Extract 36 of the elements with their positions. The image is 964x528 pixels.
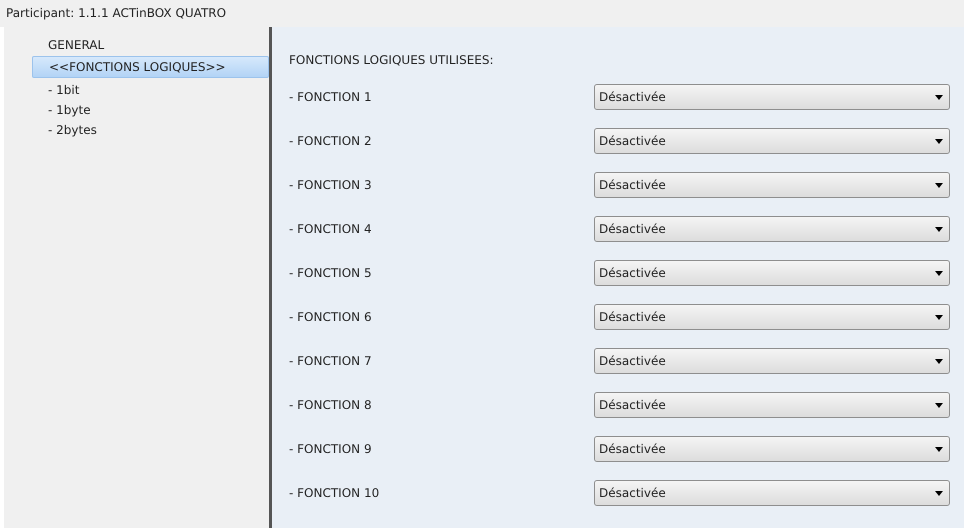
dropdown[interactable]: Désactivée [594, 392, 950, 418]
sidebar-item[interactable]: - 1byte [32, 100, 269, 120]
parameter-label: - FONCTION 5 [289, 266, 372, 280]
caret-icon [935, 490, 943, 496]
caret-icon [935, 138, 943, 144]
parameter-label: - FONCTION 1 [289, 90, 372, 104]
sidebar-item[interactable]: GENERAL [32, 35, 269, 55]
parameter-label: - FONCTION 9 [289, 442, 372, 456]
dropdown[interactable]: Désactivée [594, 128, 950, 154]
sidebar-item[interactable]: - 2bytes [32, 120, 269, 140]
dropdown[interactable]: Désactivée [594, 216, 950, 242]
dropdown[interactable]: Désactivée [594, 436, 950, 462]
dropdown[interactable]: Désactivée [594, 348, 950, 374]
sidebar-item[interactable]: - 1bit [32, 80, 269, 100]
parameter-label: - FONCTION 3 [289, 178, 372, 192]
caret-icon [935, 314, 943, 320]
caret-icon [935, 402, 943, 408]
dropdown[interactable]: Désactivée [594, 84, 950, 110]
section-heading: FONCTIONS LOGIQUES UTILISEES: [289, 52, 495, 69]
dropdown[interactable]: Désactivée [594, 172, 950, 198]
caret-icon [935, 94, 943, 100]
caret-icon [935, 226, 943, 232]
dropdown[interactable]: Désactivée [594, 304, 950, 330]
dropdown[interactable]: Désactivée [594, 260, 950, 286]
parameter-label: - FONCTION 2 [289, 134, 372, 148]
parameter-label: - FONCTION 7 [289, 354, 372, 368]
parameter-label: - FONCTION 10 [289, 486, 380, 500]
parameter-label: - FONCTION 8 [289, 398, 372, 412]
caret-icon [935, 358, 943, 364]
caret-icon [935, 182, 943, 188]
dropdown[interactable]: Désactivée [594, 480, 950, 506]
caret-icon [935, 446, 943, 452]
parameter-label: - FONCTION 4 [289, 222, 372, 236]
sidebar-item[interactable]: <<FONCTIONS LOGIQUES>> [32, 56, 269, 78]
caret-icon [935, 270, 943, 276]
parameter-label: - FONCTION 6 [289, 310, 372, 324]
